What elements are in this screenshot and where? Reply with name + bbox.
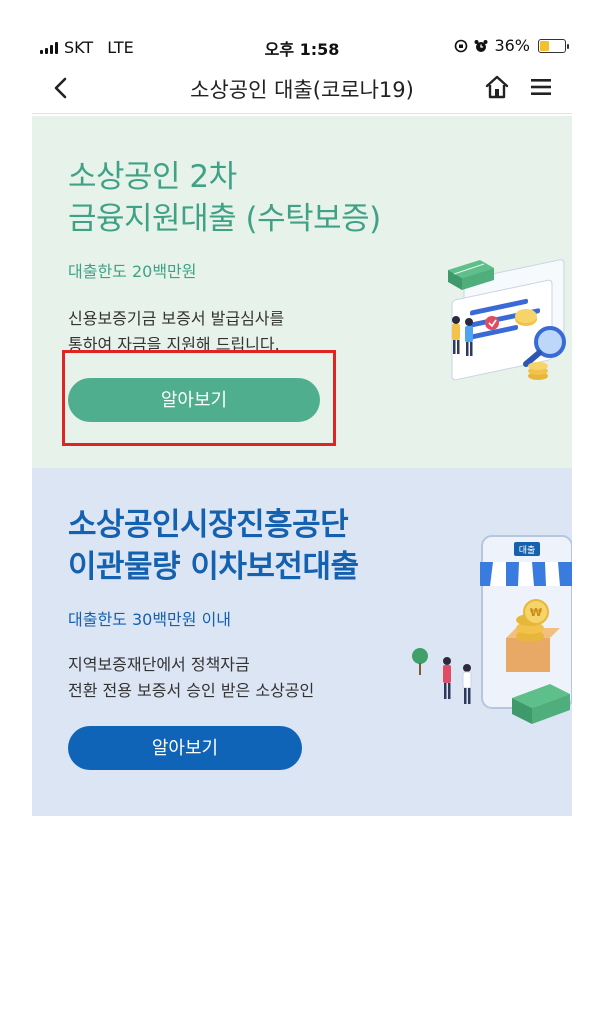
home-button[interactable] <box>484 74 510 100</box>
svg-text:₩: ₩ <box>530 606 542 619</box>
nav-bar: 소상공인 대출(코로나19) <box>32 62 572 114</box>
highlight-box <box>62 350 336 446</box>
card-title-line: 소상공인시장진흥공단 <box>68 507 349 543</box>
battery-fill <box>540 40 550 51</box>
card-title-line: 소상공인 2차 <box>68 159 237 195</box>
storefront-loan-illustration: 대출 ₩ <box>412 535 572 724</box>
alarm-icon <box>474 39 488 52</box>
card-title-line: 이관물량 이차보전대출 <box>68 549 359 585</box>
status-bar: SKT LTE 오후 1:58 36% <box>0 0 604 59</box>
status-right: 36% <box>454 36 569 55</box>
home-icon <box>485 75 509 99</box>
document-loan-illustration <box>448 259 566 381</box>
card-description-line: 신용보증기금 보증서 발급심사를 <box>68 309 285 328</box>
card-title-line: 금융지원대출 (수탁보증) <box>68 201 381 237</box>
card-description-line: 지역보증재단에서 정책자금 <box>68 655 250 674</box>
hamburger-menu-icon <box>531 79 551 95</box>
menu-button[interactable] <box>530 76 552 98</box>
loan-card-interest-subsidy: 소상공인시장진흥공단 이관물량 이차보전대출 대출한도 30백만원 이내 지역보… <box>32 468 572 816</box>
loan-limit: 대출한도 30백만원 이내 <box>68 610 232 629</box>
store-sign-text: 대출 <box>519 545 536 556</box>
card-description: 지역보증재단에서 정책자금 전환 전용 보증서 승인 받은 소상공인 <box>68 652 314 704</box>
learn-more-button[interactable]: 알아보기 <box>68 726 302 770</box>
card-title: 소상공인 2차 금융지원대출 (수탁보증) <box>68 156 381 240</box>
loan-limit: 대출한도 20백만원 <box>68 262 197 281</box>
card-title: 소상공인시장진흥공단 이관물량 이차보전대출 <box>68 504 359 588</box>
battery-icon <box>538 38 569 53</box>
battery-percent: 36% <box>494 36 530 55</box>
rotation-lock-icon <box>455 39 468 52</box>
card-description-line: 전환 전용 보증서 승인 받은 소상공인 <box>68 681 315 700</box>
